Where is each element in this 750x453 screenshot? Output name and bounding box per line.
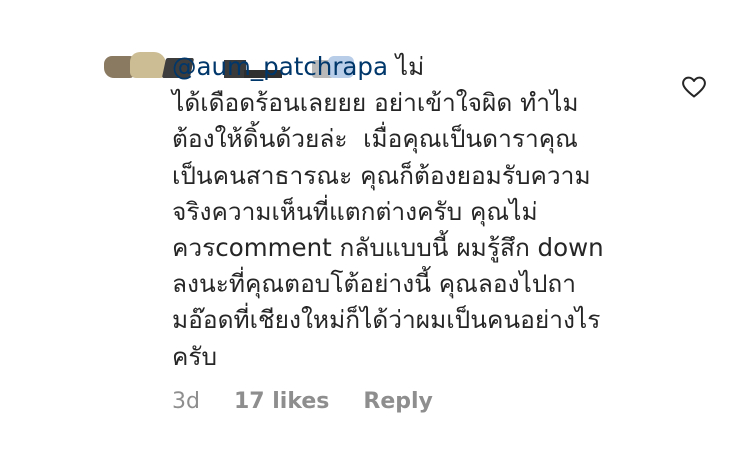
comment-line: จริงความเห็นที่แตกต่างครับ คุณไม่	[172, 196, 538, 226]
comment-line: ครับ	[172, 341, 218, 371]
comment: @aum_patchrapa ไม่ ได้เดือดร้อนเลยยย อย่…	[0, 0, 750, 453]
comment-line: ไม่	[387, 52, 425, 81]
comment-line: เป็นคนสาธารณะ คุณก็ต้องยอมรับความ	[172, 160, 591, 190]
comment-line: ควรcomment กลับแบบนี้ ผมรู้สึก down	[172, 233, 604, 263]
comment-line: ต้องให้ดิ้นด้วยล่ะ เมื่อคุณเป็นดาราคุณ	[172, 124, 578, 154]
likes-count[interactable]: 17 likes	[234, 389, 329, 414]
reply-button[interactable]: Reply	[363, 389, 433, 414]
comment-body: @aum_patchrapa ไม่ ได้เดือดร้อนเลยยย อย่…	[172, 49, 672, 375]
mention-link[interactable]: @aum_patchrapa	[172, 52, 388, 81]
comment-line: ลงนะที่คุณตอบโต้อย่างนี้ คุณลองไปถา	[172, 269, 576, 299]
redaction-blob	[130, 52, 166, 78]
comment-timestamp: 3d	[172, 389, 200, 414]
comment-line: ได้เดือดร้อนเลยยย อย่าเข้าใจผิด ทำไม	[172, 88, 579, 118]
comment-line: มอ๊อดที่เชียงใหม่ก็ได้ว่าผมเป็นคนอย่างไร	[172, 305, 601, 335]
like-button[interactable]	[680, 74, 708, 100]
comment-meta: 3d 17 likes Reply	[172, 389, 433, 414]
heart-outline-icon	[682, 76, 706, 98]
